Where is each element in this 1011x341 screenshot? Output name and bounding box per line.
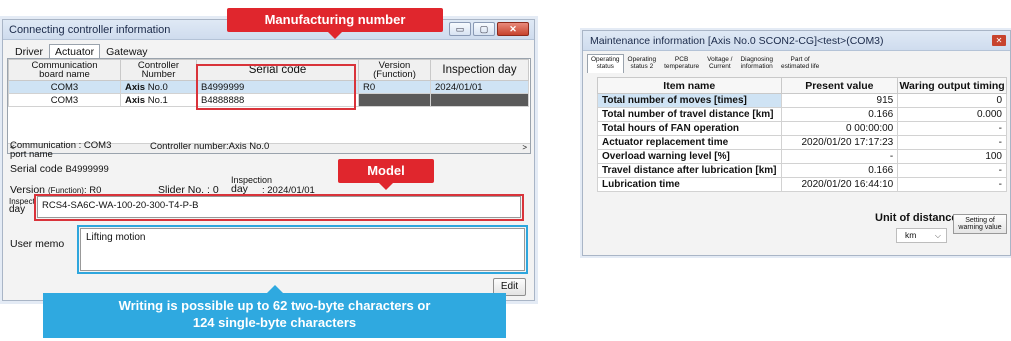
maintenance-tab-bar: Operating status Operating status 2 PCB tem… [587, 54, 823, 73]
scroll-right-icon[interactable]: > [522, 143, 527, 152]
manufacturing-number-callout: Manufacturing number [227, 8, 443, 39]
unit-select-value: km [905, 230, 917, 240]
row-name: Travel distance after lubrication [km] [597, 163, 782, 178]
table-row[interactable]: Lubrication time 2020/01/20 16:44:10 - [597, 177, 1007, 192]
row-warning: - [897, 163, 1007, 178]
table-row[interactable]: Total hours of FAN operation 0 00:00:00 … [597, 121, 1007, 136]
cell-inspection [430, 93, 529, 107]
row-warning: 0.000 [897, 107, 1007, 122]
window-controls: ▭ ▢ ✕ [449, 22, 529, 36]
row-present: 2020/01/20 17:17:23 [780, 135, 899, 150]
row-present: 0.166 [780, 107, 899, 122]
cell-version [358, 93, 431, 107]
row-warning: - [897, 177, 1007, 192]
cell-comm: COM3 [8, 80, 121, 94]
close-button[interactable]: ✕ [497, 22, 529, 36]
header-communication: Communication board name [8, 59, 121, 81]
cell-comm: COM3 [8, 93, 121, 107]
unit-of-distance-label: Unit of distance [875, 212, 958, 224]
row-name: Total number of travel distance [km] [597, 107, 782, 122]
user-memo-label: User memo [10, 238, 65, 250]
comm-port-label: Communication : COM3 port name [10, 140, 112, 160]
unit-select[interactable]: km ⌵ [896, 228, 947, 243]
row-present: 2020/01/20 16:44:10 [780, 177, 899, 192]
model-callout: Model [338, 159, 434, 190]
cell-axis: Axis No.1 [120, 93, 197, 107]
tab-operating-status[interactable]: Operating status [587, 54, 624, 73]
model-highlight [34, 194, 524, 221]
controller-number-info: Controller number:Axis No.0 [150, 141, 270, 152]
table-row[interactable]: Actuator replacement time 2020/01/20 17:… [597, 135, 1007, 150]
header-item-name: Item name [597, 77, 782, 94]
cell-version: R0 [358, 80, 431, 94]
close-button[interactable]: ✕ [992, 35, 1006, 46]
table-row[interactable]: Travel distance after lubrication [km] 0… [597, 163, 1007, 178]
serial-code-info: Serial code B4999999 [10, 163, 109, 175]
tab-diagnosing-information[interactable]: Diagnosing information [736, 54, 777, 73]
maintenance-table: Item name Present value Waring output ti… [597, 77, 1007, 192]
table-row[interactable]: Total number of moves [times] 915 0 [597, 93, 1007, 108]
setting-warning-value-button[interactable]: Setting of warning value [953, 214, 1007, 234]
minimize-button[interactable]: ▭ [449, 22, 471, 36]
row-warning: - [897, 135, 1007, 150]
maximize-button[interactable]: ▢ [473, 22, 495, 36]
writing-limit-callout: Writing is possible up to 62 two-byte ch… [43, 285, 506, 338]
cell-axis: Axis No.0 [120, 80, 197, 94]
header-warning-timing: Waring output timing [897, 77, 1007, 94]
user-memo-highlight [77, 225, 528, 274]
row-name: Actuator replacement time [597, 135, 782, 150]
row-present: - [780, 149, 899, 164]
row-present: 915 [780, 93, 899, 108]
row-name: Total hours of FAN operation [597, 121, 782, 136]
row-warning: 0 [897, 93, 1007, 108]
row-name: Lubrication time [597, 177, 782, 192]
row-present: 0 00:00:00 [780, 121, 899, 136]
chevron-down-icon: ⌵ [934, 231, 941, 240]
maintenance-title: Maintenance information [Axis No.0 SCON2… [583, 31, 1010, 51]
serial-code-highlight [196, 64, 356, 110]
header-inspection-day: Inspection day [430, 59, 529, 81]
cell-inspection: 2024/01/01 [430, 80, 529, 94]
tab-estimated-life[interactable]: Part of estimated life [777, 54, 823, 73]
row-name: Total number of moves [times] [597, 93, 782, 108]
row-name: Overload warning level [%] [597, 149, 782, 164]
tab-pcb-temperature[interactable]: PCB temperature [660, 54, 703, 73]
header-version: Version (Function) [358, 59, 431, 81]
table-row[interactable]: Overload warning level [%] - 100 [597, 149, 1007, 164]
table-row[interactable]: Total number of travel distance [km] 0.1… [597, 107, 1007, 122]
row-warning: 100 [897, 149, 1007, 164]
row-warning: - [897, 121, 1007, 136]
header-present-value: Present value [780, 77, 899, 94]
tab-operating-status-2[interactable]: Operating status 2 [624, 54, 661, 73]
row-present: 0.166 [780, 163, 899, 178]
tab-voltage-current[interactable]: Voltage / Current [703, 54, 736, 73]
header-controller-number: Controller Number [120, 59, 197, 81]
